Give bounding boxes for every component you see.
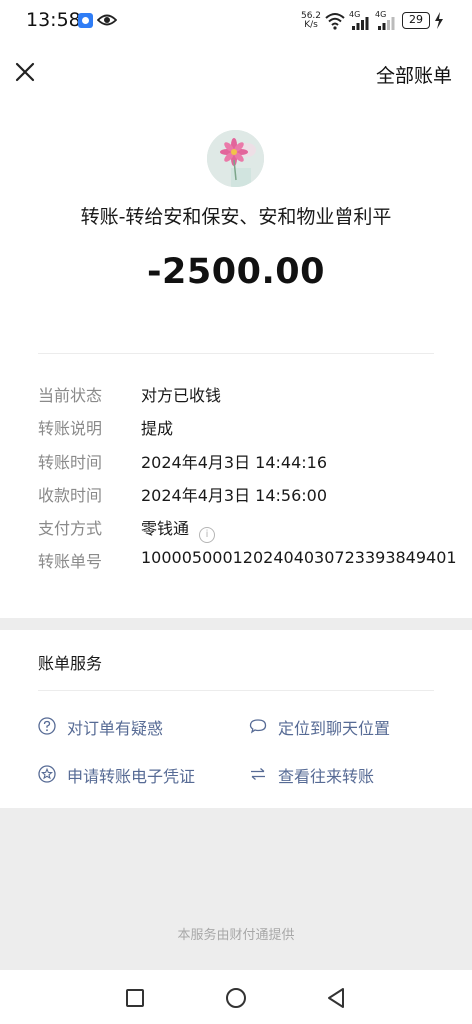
signal-icon-1: 4G bbox=[349, 10, 371, 30]
wifi-icon bbox=[325, 13, 345, 30]
battery-level: 29 bbox=[402, 12, 430, 29]
info-icon[interactable]: i bbox=[199, 527, 216, 543]
payee-title: 转账-转给安和保安、安和物业曾利平 bbox=[80, 206, 392, 228]
detail-label: 转账单号 bbox=[38, 552, 103, 571]
net-speed-unit: K/s bbox=[304, 20, 318, 30]
all-bills-link[interactable]: 全部账单 bbox=[376, 61, 452, 88]
star-badge-icon bbox=[38, 765, 56, 783]
detail-row-order-number: 转账单号 1000050001202404030723393849401 bbox=[38, 548, 457, 571]
detail-label: 转账说明 bbox=[38, 419, 103, 438]
transfer-detail-card: 转账-转给安和保安、安和物业曾利平 -2500.00 当前状态 对方已收钱 转账… bbox=[0, 102, 472, 618]
transfer-amount: -2500.00 bbox=[147, 252, 325, 292]
flower-image bbox=[207, 130, 264, 187]
payee-avatar bbox=[207, 130, 264, 187]
detail-label: 转账时间 bbox=[38, 453, 103, 472]
eye-icon bbox=[97, 14, 117, 26]
recent-apps-icon[interactable] bbox=[126, 989, 144, 1007]
detail-label: 支付方式 bbox=[38, 519, 103, 538]
link-label: 对订单有疑惑 bbox=[67, 719, 164, 738]
charging-bolt-icon bbox=[435, 12, 443, 29]
detail-label: 收款时间 bbox=[38, 486, 103, 505]
services-title: 账单服务 bbox=[38, 654, 103, 673]
net-speed: 56.2 K/s bbox=[300, 12, 322, 30]
link-label: 申请转账电子凭证 bbox=[67, 767, 196, 786]
detail-row-receive-time: 收款时间 2024年4月3日 14:56:00 bbox=[38, 482, 448, 505]
signal-bars-1-icon bbox=[352, 17, 369, 30]
bill-services-card: 账单服务 对订单有疑惑 定位到聊天位置 申请转账电子凭证 查看往来转账 bbox=[0, 630, 472, 808]
detail-value: 提成 bbox=[141, 419, 174, 438]
close-icon[interactable] bbox=[12, 59, 38, 85]
detail-value: 2024年4月3日 14:44:16 bbox=[141, 453, 328, 472]
system-nav-bar bbox=[0, 970, 472, 1024]
detail-value: 2024年4月3日 14:56:00 bbox=[141, 486, 328, 505]
signal-icon-2: 4G bbox=[375, 10, 397, 30]
chat-bubble-icon bbox=[249, 719, 267, 734]
signal-bars-2-icon bbox=[378, 17, 395, 30]
status-bar: 13:58 56.2 K/s 4G 4G 29 bbox=[0, 0, 472, 44]
question-icon bbox=[38, 717, 56, 735]
header-bar: 全部账单 bbox=[0, 44, 472, 102]
detail-value: 零钱通 bbox=[141, 519, 190, 538]
status-time: 13:58 bbox=[26, 9, 81, 31]
service-provider-note: 本服务由财付通提供 bbox=[177, 928, 295, 943]
detail-value: 对方已收钱 bbox=[141, 386, 222, 405]
swap-arrows-icon bbox=[251, 768, 265, 780]
divider bbox=[38, 353, 434, 354]
link-label: 定位到聊天位置 bbox=[278, 719, 391, 738]
app-notification-icon bbox=[78, 13, 93, 28]
home-icon[interactable] bbox=[226, 988, 246, 1008]
detail-row-note: 转账说明 提成 bbox=[38, 415, 448, 438]
screen: 13:58 56.2 K/s 4G 4G 29 全部账单 转账-转给安和保安、安… bbox=[0, 0, 472, 1024]
detail-value: 1000050001202404030723393849401 bbox=[141, 548, 457, 567]
detail-row-status: 当前状态 对方已收钱 bbox=[38, 382, 448, 405]
back-icon[interactable] bbox=[326, 987, 346, 1009]
link-label: 查看往来转账 bbox=[278, 767, 375, 786]
detail-row-transfer-time: 转账时间 2024年4月3日 14:44:16 bbox=[38, 449, 448, 472]
detail-row-payment-method: 支付方式 零钱通 i bbox=[38, 515, 448, 543]
detail-label: 当前状态 bbox=[38, 386, 103, 405]
divider bbox=[38, 690, 434, 691]
detail-value-wrap: 零钱通 i bbox=[141, 515, 216, 543]
